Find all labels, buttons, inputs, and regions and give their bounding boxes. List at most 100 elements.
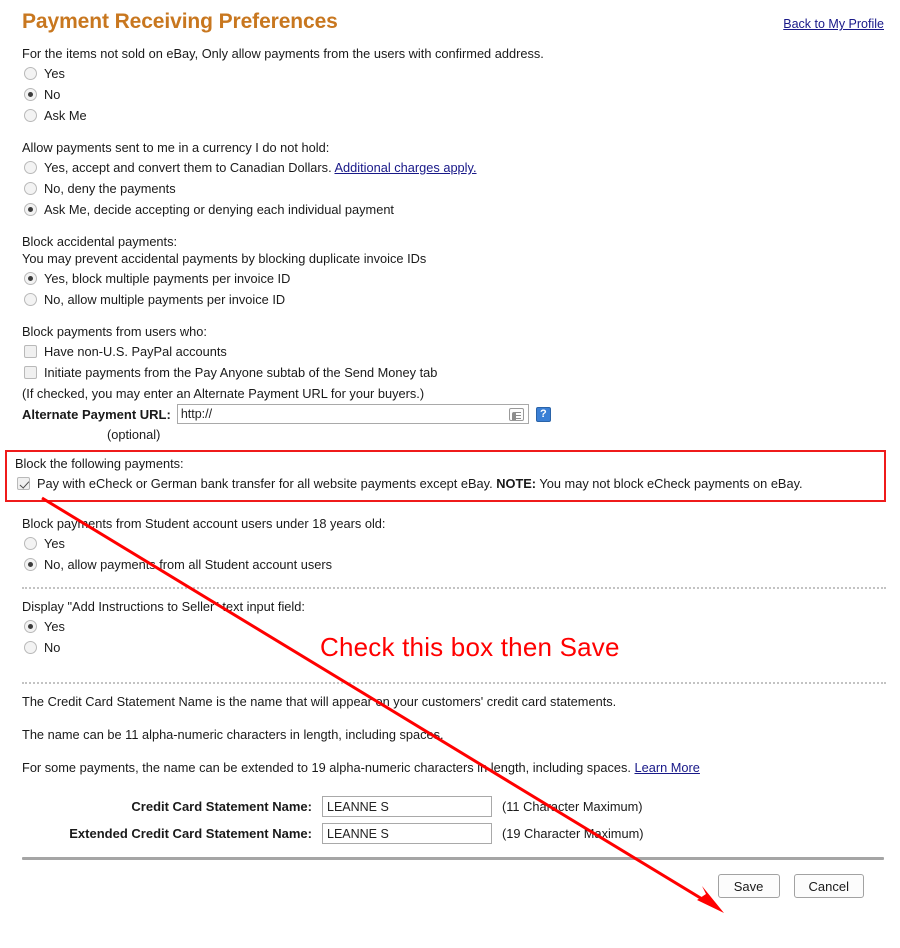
confirmed-address-section: For the items not sold on eBay, Only all… <box>22 46 884 126</box>
radio-icon[interactable] <box>24 67 37 80</box>
page-header: Payment Receiving Preferences Back to My… <box>0 0 900 46</box>
learn-more-link[interactable]: Learn More <box>634 760 699 775</box>
accidental-subprompt: You may prevent accidental payments by b… <box>22 251 427 266</box>
option-label: No <box>44 87 61 102</box>
alternate-url-optional-note: (optional) <box>107 427 161 442</box>
instructions-option-no[interactable]: No <box>22 637 884 658</box>
option-label: Have non-U.S. PayPal accounts <box>44 344 227 359</box>
extended-credit-card-statement-name-input[interactable] <box>322 823 492 844</box>
block-users-checkbox-pay-anyone[interactable]: Initiate payments from the Pay Anyone su… <box>22 362 884 383</box>
accidental-payments-section: Block accidental payments: You may preve… <box>22 234 884 310</box>
accidental-prompt: Block accidental payments: <box>22 234 178 249</box>
checkbox-icon[interactable] <box>24 366 37 379</box>
alternate-payment-url-row: Alternate Payment URL: ? <box>22 403 884 425</box>
radio-icon[interactable] <box>24 558 37 571</box>
instructions-prompt: Display "Add Instructions to Seller" tex… <box>22 599 305 614</box>
option-label: Yes <box>44 536 65 551</box>
option-label: No, allow multiple payments per invoice … <box>44 292 286 307</box>
preferences-content: For the items not sold on eBay, Only all… <box>0 46 900 442</box>
save-button[interactable]: Save <box>717 874 780 898</box>
echeck-note-rest: You may not block eCheck payments on eBa… <box>539 476 803 491</box>
accidental-option-block[interactable]: Yes, block multiple payments per invoice… <box>22 268 884 289</box>
additional-charges-link[interactable]: Additional charges apply. <box>334 160 476 175</box>
radio-icon[interactable] <box>24 109 37 122</box>
instructions-content: Display "Add Instructions to Seller" tex… <box>0 599 900 658</box>
radio-icon[interactable] <box>24 641 37 654</box>
student-option-no[interactable]: No, allow payments from all Student acco… <box>22 554 884 575</box>
confirmed-address-prompt: For the items not sold on eBay, Only all… <box>22 46 544 61</box>
alternate-payment-url-label: Alternate Payment URL: <box>22 406 171 422</box>
instructions-option-yes[interactable]: Yes <box>22 616 884 637</box>
option-label: No <box>44 640 61 655</box>
divider-bottom <box>22 682 886 684</box>
alternate-payment-url-input[interactable] <box>177 405 498 423</box>
checkbox-icon[interactable] <box>17 477 30 490</box>
credit-card-statement-name-hint: (11 Character Maximum) <box>502 799 643 814</box>
radio-icon[interactable] <box>24 203 37 216</box>
extended-credit-card-statement-name-row: Extended Credit Card Statement Name: (19… <box>22 820 884 847</box>
statement-paragraph-3: For some payments, the name can be exten… <box>22 760 631 775</box>
option-label: No, allow payments from all Student acco… <box>44 557 333 572</box>
radio-icon[interactable] <box>24 293 37 306</box>
option-label: No, deny the payments <box>44 181 176 196</box>
option-label: Initiate payments from the Pay Anyone su… <box>44 365 438 380</box>
statement-name-content: The Credit Card Statement Name is the na… <box>0 694 900 847</box>
radio-icon[interactable] <box>24 88 37 101</box>
statement-paragraph-3-wrap: For some payments, the name can be exten… <box>22 760 884 775</box>
help-question-icon[interactable]: ? <box>535 406 551 422</box>
extended-credit-card-statement-name-label: Extended Credit Card Statement Name: <box>69 826 312 841</box>
confirmed-address-option-no[interactable]: No <box>22 84 884 105</box>
currency-option-ask-me[interactable]: Ask Me, decide accepting or denying each… <box>22 199 884 220</box>
credit-card-statement-name-label: Credit Card Statement Name: <box>131 799 312 814</box>
alternate-url-note: (If checked, you may enter an Alternate … <box>22 386 425 401</box>
confirmed-address-option-yes[interactable]: Yes <box>22 63 884 84</box>
option-label: Pay with eCheck or German bank transfer … <box>37 476 803 491</box>
radio-icon[interactable] <box>24 620 37 633</box>
option-label: Yes, accept and convert them to Canadian… <box>44 160 477 175</box>
option-label: Ask Me <box>44 108 87 123</box>
block-following-payments-highlight: Block the following payments: Pay with e… <box>5 450 886 502</box>
block-users-prompt: Block payments from users who: <box>22 324 207 339</box>
currency-section: Allow payments sent to me in a currency … <box>22 140 884 220</box>
footer-button-bar: Save Cancel <box>0 860 900 898</box>
block-users-section: Block payments from users who: Have non-… <box>22 324 884 442</box>
radio-icon[interactable] <box>24 272 37 285</box>
confirmed-address-option-ask-me[interactable]: Ask Me <box>22 105 884 126</box>
block-echeck-checkbox-row[interactable]: Pay with eCheck or German bank transfer … <box>15 473 878 494</box>
option-label: Yes <box>44 619 65 634</box>
block-users-checkbox-non-us[interactable]: Have non-U.S. PayPal accounts <box>22 341 884 362</box>
currency-option-convert[interactable]: Yes, accept and convert them to Canadian… <box>22 157 884 178</box>
option-label: Yes <box>44 66 65 81</box>
alternate-payment-url-field[interactable] <box>176 404 529 424</box>
echeck-note-bold: NOTE: <box>496 476 537 491</box>
option-text: Yes, accept and convert them to Canadian… <box>44 160 332 175</box>
currency-prompt: Allow payments sent to me in a currency … <box>22 140 330 155</box>
checkbox-icon[interactable] <box>24 345 37 358</box>
cancel-button[interactable]: Cancel <box>793 874 864 898</box>
currency-option-deny[interactable]: No, deny the payments <box>22 178 884 199</box>
extended-credit-card-statement-name-hint: (19 Character Maximum) <box>502 826 644 841</box>
payment-receiving-preferences-page: Payment Receiving Preferences Back to My… <box>0 0 900 945</box>
back-to-my-profile-link[interactable]: Back to My Profile <box>783 17 884 31</box>
statement-name-fields: Credit Card Statement Name: (11 Characte… <box>22 793 884 847</box>
contact-card-icon[interactable] <box>508 408 524 421</box>
echeck-label-main: Pay with eCheck or German bank transfer … <box>37 476 493 491</box>
option-label: Ask Me, decide accepting or denying each… <box>44 202 394 217</box>
preferences-content-lower: Block payments from Student account user… <box>0 502 900 575</box>
radio-icon[interactable] <box>24 537 37 550</box>
radio-icon[interactable] <box>24 182 37 195</box>
divider-top <box>22 587 886 589</box>
credit-card-statement-name-row: Credit Card Statement Name: (11 Characte… <box>22 793 884 820</box>
student-prompt: Block payments from Student account user… <box>22 516 386 531</box>
accidental-option-allow[interactable]: No, allow multiple payments per invoice … <box>22 289 884 310</box>
credit-card-statement-name-input[interactable] <box>322 796 492 817</box>
page-title: Payment Receiving Preferences <box>22 10 338 33</box>
statement-paragraph-1: The Credit Card Statement Name is the na… <box>22 694 617 709</box>
student-option-yes[interactable]: Yes <box>22 533 884 554</box>
option-label: Yes, block multiple payments per invoice… <box>44 271 291 286</box>
radio-icon[interactable] <box>24 161 37 174</box>
statement-paragraph-2: The name can be 11 alpha-numeric charact… <box>22 727 444 742</box>
